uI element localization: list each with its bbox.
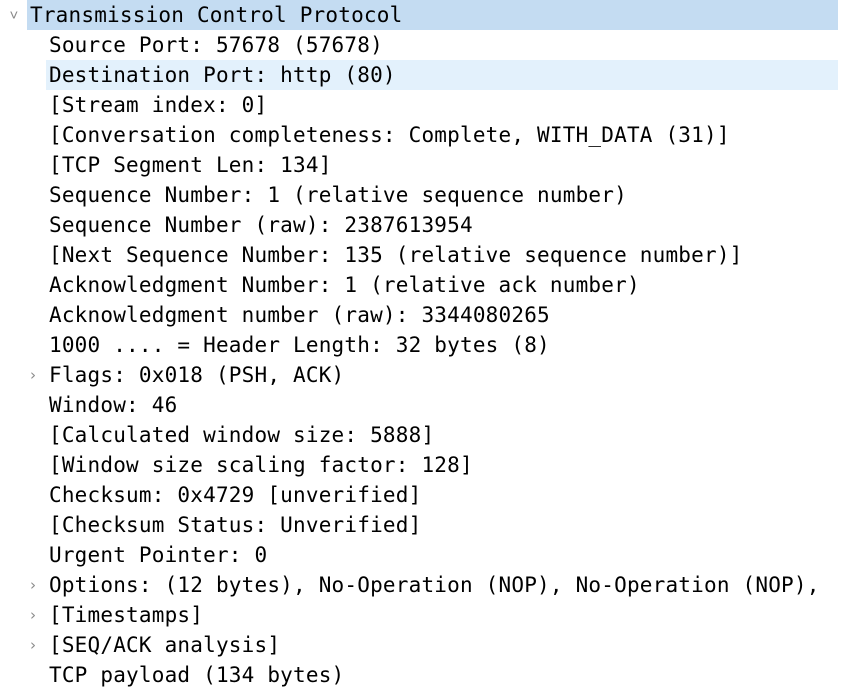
tree-node[interactable]: Acknowledgment number (raw): 3344080265 (0, 300, 849, 330)
tree-node-label: [SEQ/ACK analysis] (49, 633, 281, 657)
tree-node-label: [Checksum Status: Unverified] (49, 513, 422, 537)
chevron-down-icon[interactable]: ˅ (7, 0, 21, 30)
tree-node-label: Source Port: 57678 (57678) (49, 33, 383, 57)
chevron-right-icon[interactable]: › (26, 570, 40, 600)
tree-node-label: [Calculated window size: 5888] (49, 423, 435, 447)
tree-node[interactable]: Urgent Pointer: 0 (0, 540, 849, 570)
tree-node-label: TCP payload (134 bytes) (49, 663, 345, 687)
tree-node-label: [Stream index: 0] (49, 93, 268, 117)
tree-node-label: Acknowledgment Number: 1 (relative ack n… (49, 273, 640, 297)
tree-node-label: Urgent Pointer: 0 (49, 543, 268, 567)
tree-node-label: Flags: 0x018 (PSH, ACK) (49, 363, 345, 387)
chevron-right-icon[interactable]: › (26, 600, 40, 630)
tree-node[interactable]: [Window size scaling factor: 128] (0, 450, 849, 480)
tree-node-label: [Next Sequence Number: 135 (relative seq… (49, 243, 743, 267)
tree-node[interactable]: 1000 .... = Header Length: 32 bytes (8) (0, 330, 849, 360)
tree-node[interactable]: › [Timestamps] (0, 600, 849, 630)
tree-node-tcp[interactable]: ˅ Transmission Control Protocol (0, 0, 849, 30)
tree-node-label: Options: (12 bytes), No-Operation (NOP),… (49, 573, 820, 597)
tree-node[interactable]: Destination Port: http (80) (0, 60, 849, 90)
tree-node[interactable]: Window: 46 (0, 390, 849, 420)
tree-node[interactable]: TCP payload (134 bytes) (0, 660, 849, 690)
tree-node[interactable]: › Options: (12 bytes), No-Operation (NOP)… (0, 570, 849, 600)
tree-node-label: [Timestamps] (49, 603, 204, 627)
chevron-right-icon[interactable]: › (26, 630, 40, 660)
tree-node-label: Window: 46 (49, 393, 178, 417)
chevron-right-icon[interactable]: › (26, 360, 40, 390)
tree-node[interactable]: [Calculated window size: 5888] (0, 420, 849, 450)
tree-node[interactable]: [Stream index: 0] (0, 90, 849, 120)
tree-node-label: Transmission Control Protocol (30, 3, 403, 27)
tree-node[interactable]: [Checksum Status: Unverified] (0, 510, 849, 540)
tree-node-label: Sequence Number: 1 (relative sequence nu… (49, 183, 627, 207)
tree-node[interactable]: Acknowledgment Number: 1 (relative ack n… (0, 270, 849, 300)
tree-node-label: 1000 .... = Header Length: 32 bytes (8) (49, 333, 550, 357)
tree-node-label: Sequence Number (raw): 2387613954 (49, 213, 473, 237)
tree-node[interactable]: › Flags: 0x018 (PSH, ACK) (0, 360, 849, 390)
packet-details-tree: ˅ Transmission Control Protocol Source P… (0, 0, 849, 690)
tree-node[interactable]: Sequence Number (raw): 2387613954 (0, 210, 849, 240)
tree-node-label: [Window size scaling factor: 128] (49, 453, 473, 477)
tree-node[interactable]: [TCP Segment Len: 134] (0, 150, 849, 180)
tree-node[interactable]: › [SEQ/ACK analysis] (0, 630, 849, 660)
tree-node[interactable]: Source Port: 57678 (57678) (0, 30, 849, 60)
tree-node[interactable]: Sequence Number: 1 (relative sequence nu… (0, 180, 849, 210)
tree-node-label: Checksum: 0x4729 [unverified] (49, 483, 422, 507)
tree-node-label: Acknowledgment number (raw): 3344080265 (49, 303, 550, 327)
tree-node[interactable]: Checksum: 0x4729 [unverified] (0, 480, 849, 510)
tree-node-label: [Conversation completeness: Complete, WI… (49, 123, 730, 147)
tree-node-label: Destination Port: http (80) (49, 63, 396, 87)
tree-node[interactable]: [Next Sequence Number: 135 (relative seq… (0, 240, 849, 270)
tree-node[interactable]: [Conversation completeness: Complete, WI… (0, 120, 849, 150)
tree-node-label: [TCP Segment Len: 134] (49, 153, 332, 177)
